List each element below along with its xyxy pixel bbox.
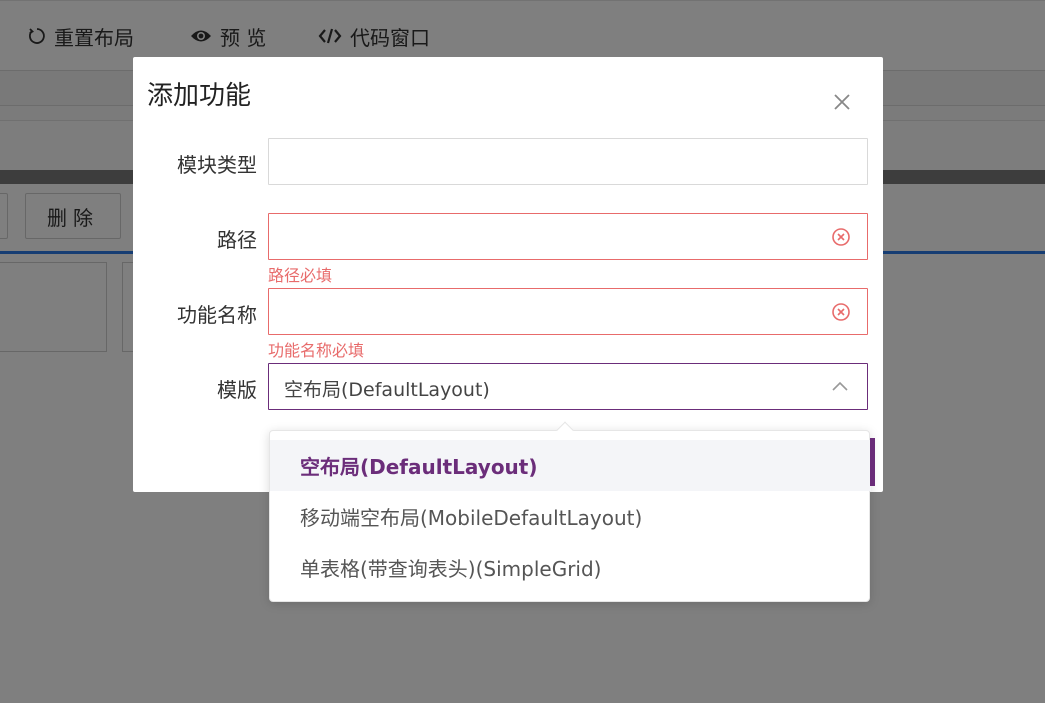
dropdown-option[interactable]: 移动端空布局(MobileDefaultLayout) [270,491,871,542]
template-selected-value: 空布局(DefaultLayout) [284,379,490,401]
function-name-field[interactable] [268,288,868,335]
dropdown-option[interactable]: 单表格(带查询表头)(SimpleGrid) [270,542,871,593]
template-label: 模版 [217,378,257,402]
clear-circle-icon[interactable] [831,302,851,322]
add-function-dialog: 添加功能 模块类型 路径 路径必填 功能名称 功能名称必填 模版 空布局(Def… [133,57,883,492]
path-input[interactable] [269,214,867,259]
module-type-label: 模块类型 [177,153,257,177]
template-dropdown: 空布局(DefaultLayout) 移动端空布局(MobileDefaultL… [269,421,871,602]
path-label: 路径 [217,228,257,252]
path-field[interactable] [268,213,868,260]
module-type-input[interactable] [269,139,867,184]
function-name-error-message: 功能名称必填 [268,341,365,360]
close-icon[interactable] [831,91,853,113]
function-name-label: 功能名称 [177,303,257,327]
dialog-title: 添加功能 [147,81,252,111]
module-type-field[interactable] [268,138,868,185]
chevron-up-icon[interactable] [831,380,849,392]
dropdown-option[interactable]: 空布局(DefaultLayout) [270,440,871,491]
function-name-input[interactable] [269,289,867,334]
dropdown-scrollbar[interactable] [870,438,875,486]
path-error-message: 路径必填 [268,266,333,285]
clear-circle-icon[interactable] [831,227,851,247]
template-select[interactable]: 空布局(DefaultLayout) [268,363,868,410]
